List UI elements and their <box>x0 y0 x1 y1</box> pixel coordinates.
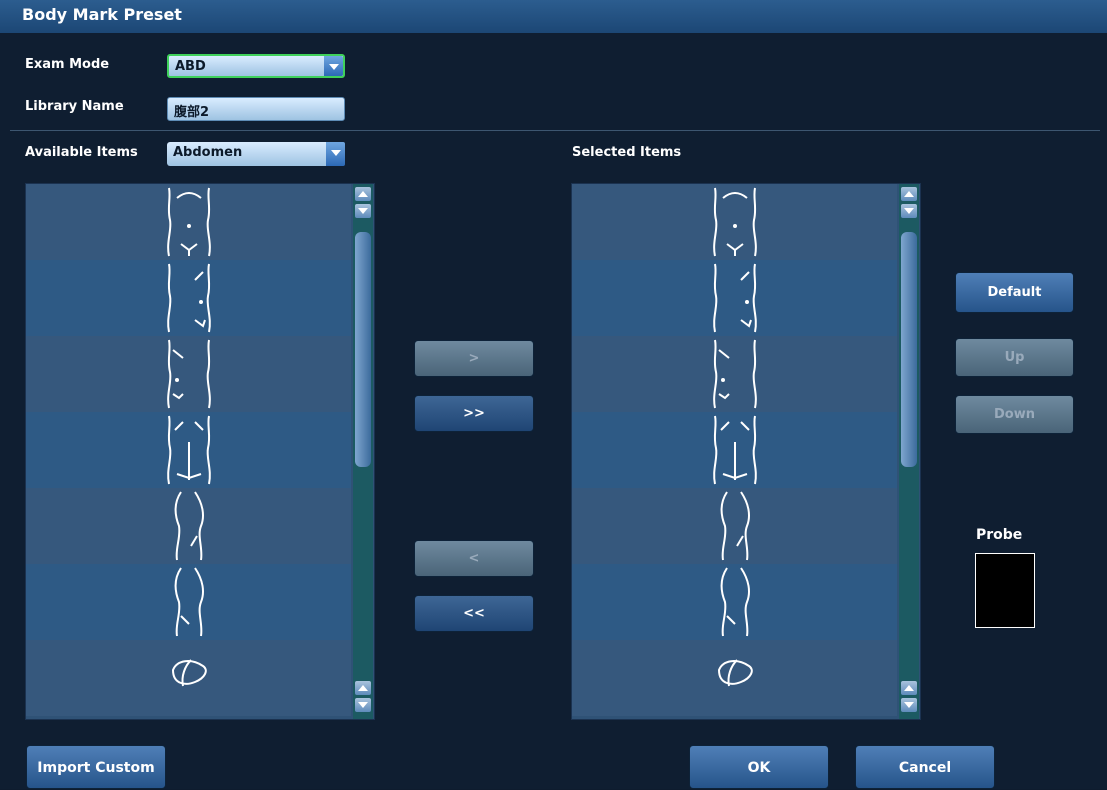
list-item[interactable] <box>572 336 897 412</box>
up-button[interactable]: Up <box>955 338 1074 377</box>
chevron-down-icon[interactable] <box>326 142 345 166</box>
scrollbar[interactable] <box>899 184 919 719</box>
window-title: Body Mark Preset <box>22 5 182 24</box>
remove-all-button[interactable]: << <box>414 595 534 632</box>
exam-mode-select[interactable]: ABD <box>167 54 345 78</box>
torso-front-4-icon <box>167 415 211 485</box>
torso-side-1-icon <box>720 491 750 561</box>
scroll-down-icon[interactable] <box>901 698 917 712</box>
default-button[interactable]: Default <box>955 272 1074 313</box>
list-item[interactable] <box>572 488 897 564</box>
torso-front-4-icon <box>713 415 757 485</box>
torso-side-2-icon <box>720 567 750 637</box>
ok-button[interactable]: OK <box>689 745 829 789</box>
library-name-input[interactable]: 腹部2 <box>167 97 345 121</box>
exam-mode-label: Exam Mode <box>25 57 110 72</box>
list-item[interactable] <box>26 564 351 640</box>
torso-front-1-icon <box>713 187 757 257</box>
torso-front-3-icon <box>167 339 211 409</box>
list-item[interactable] <box>26 488 351 564</box>
cancel-button[interactable]: Cancel <box>855 745 995 789</box>
scroll-thumb[interactable] <box>901 232 917 467</box>
title-bar: Body Mark Preset <box>0 0 1107 34</box>
organ-icon <box>171 659 207 687</box>
library-name-label: Library Name <box>25 99 124 114</box>
list-item[interactable] <box>572 412 897 488</box>
list-item[interactable] <box>572 260 897 336</box>
list-item[interactable] <box>26 640 351 716</box>
scroll-down-icon[interactable] <box>355 204 371 218</box>
torso-side-2-icon <box>174 567 204 637</box>
divider <box>10 130 1100 131</box>
available-items-category-select[interactable]: Abdomen <box>167 142 345 166</box>
scroll-up-icon[interactable] <box>355 187 371 201</box>
list-item[interactable] <box>26 260 351 336</box>
scroll-up-icon[interactable] <box>355 681 371 695</box>
list-item[interactable] <box>26 412 351 488</box>
torso-front-1-icon <box>167 187 211 257</box>
torso-front-2-icon <box>167 263 211 333</box>
torso-side-1-icon <box>174 491 204 561</box>
chevron-down-icon[interactable] <box>324 56 343 76</box>
organ-icon <box>717 659 753 687</box>
scroll-down-icon[interactable] <box>355 698 371 712</box>
list-item[interactable] <box>572 640 897 716</box>
torso-front-3-icon <box>713 339 757 409</box>
selected-items-list[interactable] <box>571 183 921 720</box>
scroll-up-icon[interactable] <box>901 187 917 201</box>
available-items-label: Available Items <box>25 145 138 160</box>
list-item[interactable] <box>26 184 351 260</box>
torso-front-2-icon <box>713 263 757 333</box>
scroll-thumb[interactable] <box>355 232 371 467</box>
list-item[interactable] <box>572 184 897 260</box>
probe-label: Probe <box>976 527 1023 543</box>
add-all-button[interactable]: >> <box>414 395 534 432</box>
scroll-up-icon[interactable] <box>901 681 917 695</box>
add-button[interactable]: > <box>414 340 534 377</box>
import-custom-button[interactable]: Import Custom <box>26 745 166 789</box>
list-item[interactable] <box>572 564 897 640</box>
available-items-list[interactable] <box>25 183 375 720</box>
remove-button[interactable]: < <box>414 540 534 577</box>
scroll-down-icon[interactable] <box>901 204 917 218</box>
scrollbar[interactable] <box>353 184 373 719</box>
probe-preview <box>975 553 1035 628</box>
down-button[interactable]: Down <box>955 395 1074 434</box>
selected-items-label: Selected Items <box>572 145 682 160</box>
list-item[interactable] <box>26 336 351 412</box>
